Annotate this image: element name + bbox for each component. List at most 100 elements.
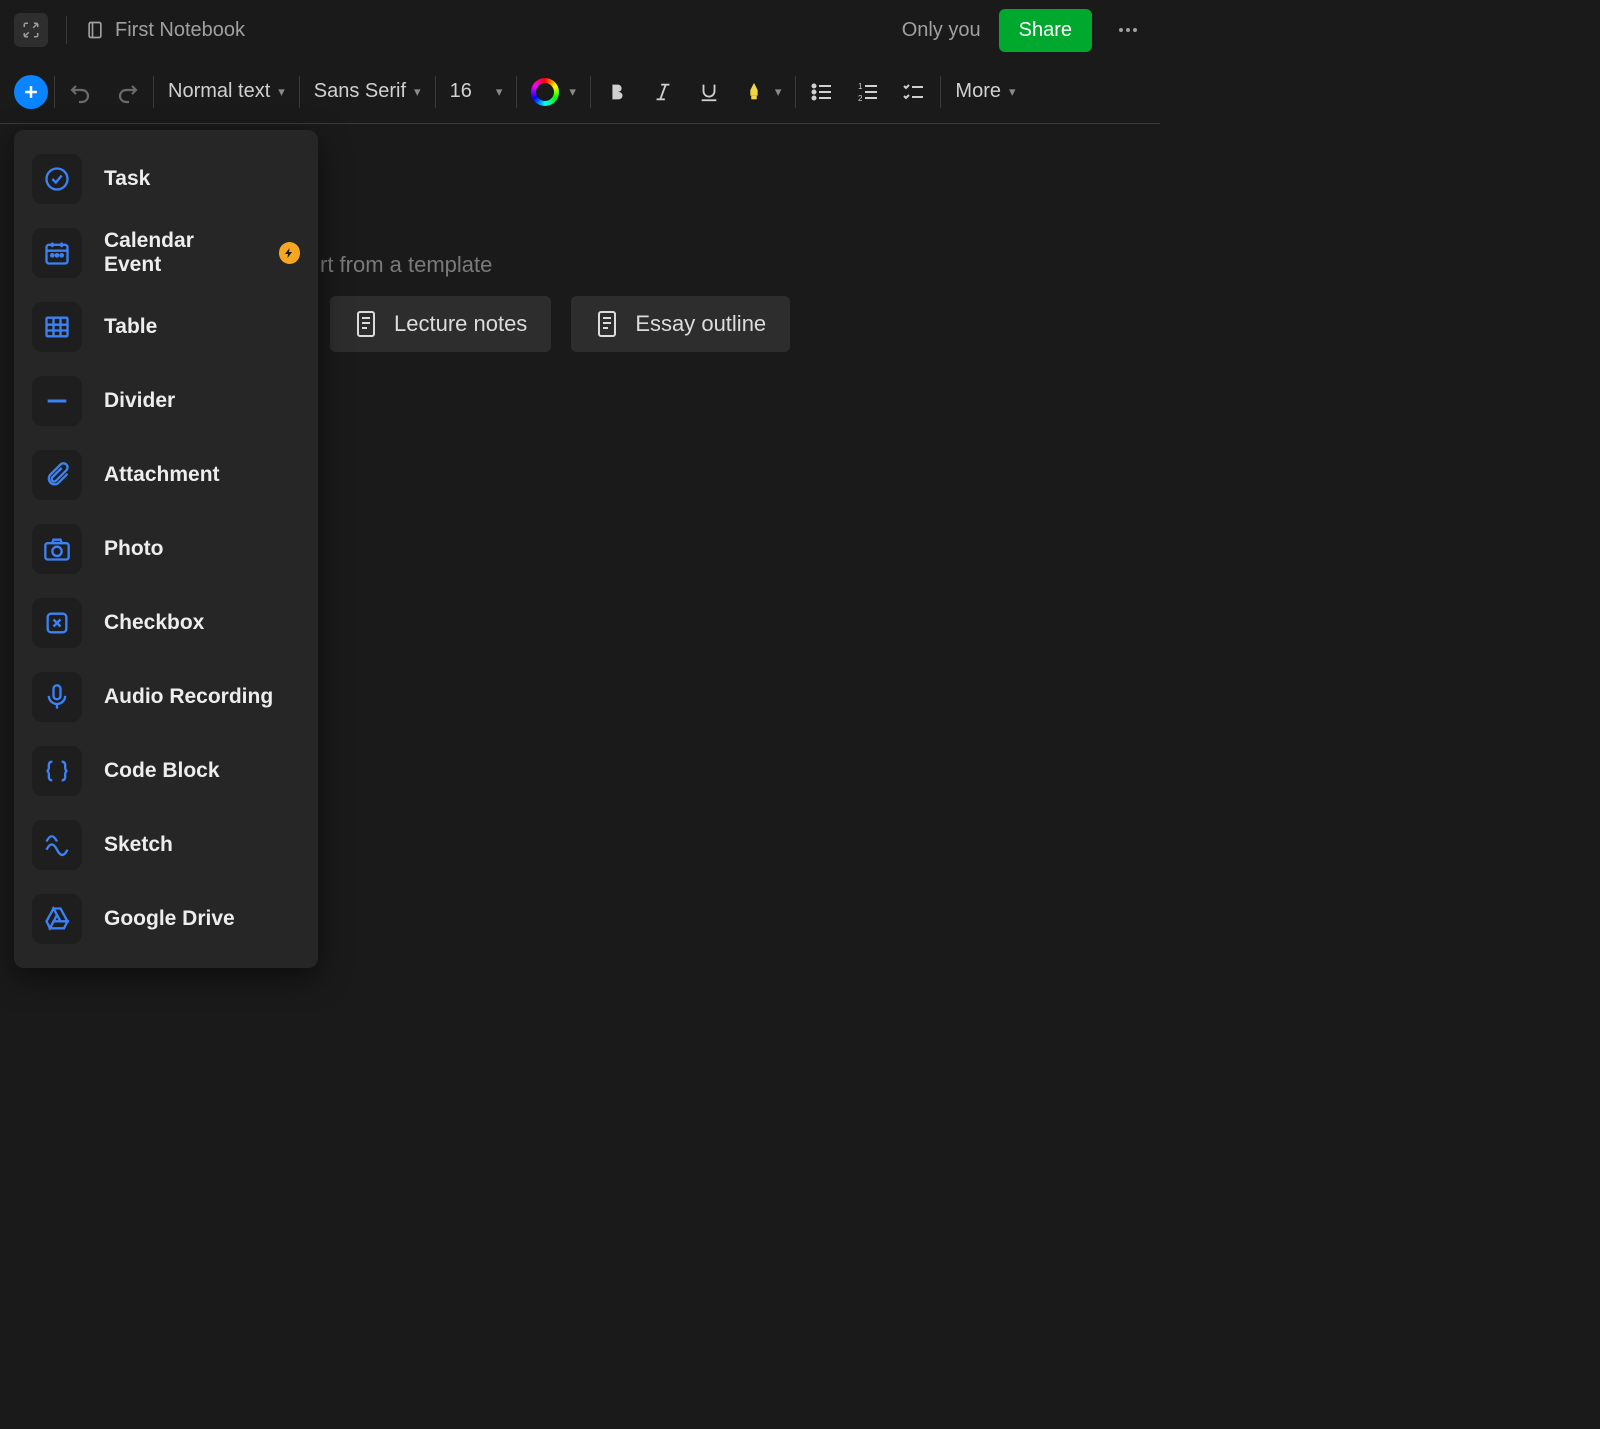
- highlighter-icon: [743, 81, 765, 103]
- redo-button[interactable]: [107, 72, 147, 112]
- chevron-down-icon: ▾: [775, 84, 782, 100]
- gdrive-icon: [32, 894, 82, 944]
- menu-item-label: Audio Recording: [104, 685, 273, 709]
- plus-icon: [21, 82, 41, 102]
- document-icon: [354, 310, 378, 338]
- template-lecture-notes[interactable]: Lecture notes: [330, 296, 551, 352]
- font-size-select[interactable]: 16 ▾: [442, 72, 511, 112]
- upgrade-badge-icon: [279, 242, 300, 264]
- divider: [516, 76, 517, 108]
- insert-menu: Task Calendar Event Table Divider Attach…: [14, 130, 318, 968]
- menu-item-label: Code Block: [104, 759, 220, 783]
- insert-audio-recording[interactable]: Audio Recording: [26, 664, 306, 730]
- menu-item-label: Sketch: [104, 833, 173, 857]
- visibility-label[interactable]: Only you: [902, 19, 981, 42]
- redo-icon: [115, 80, 139, 104]
- highlight-button[interactable]: ▾: [735, 72, 790, 112]
- underline-button[interactable]: [689, 72, 729, 112]
- divider: [299, 76, 300, 108]
- expand-button[interactable]: [14, 13, 48, 47]
- calendar-icon: [32, 228, 82, 278]
- expand-icon: [22, 21, 40, 39]
- menu-item-label: Divider: [104, 389, 175, 413]
- bulleted-list-icon: [810, 80, 834, 104]
- italic-icon: [652, 81, 674, 103]
- template-hint: rt from a template: [320, 252, 1100, 278]
- more-formatting-button[interactable]: More ▾: [947, 72, 1023, 112]
- insert-checkbox[interactable]: Checkbox: [26, 590, 306, 656]
- chevron-down-icon: ▾: [414, 84, 421, 100]
- menu-item-label: Task: [104, 167, 150, 191]
- insert-divider[interactable]: Divider: [26, 368, 306, 434]
- bold-button[interactable]: [597, 72, 637, 112]
- underline-icon: [698, 81, 720, 103]
- notebook-name: First Notebook: [115, 19, 245, 42]
- divider: [153, 76, 154, 108]
- insert-button[interactable]: [14, 75, 48, 109]
- divider: [66, 16, 67, 44]
- text-style-value: Normal text: [168, 80, 270, 103]
- divider: [940, 76, 941, 108]
- template-label: Lecture notes: [394, 311, 527, 337]
- numbered-list-button[interactable]: 12: [848, 72, 888, 112]
- template-essay-outline[interactable]: Essay outline: [571, 296, 790, 352]
- checklist-icon: [902, 80, 926, 104]
- menu-item-label: Calendar Event: [104, 229, 253, 277]
- chevron-down-icon: ▾: [1009, 84, 1016, 100]
- insert-table[interactable]: Table: [26, 294, 306, 360]
- table-icon: [32, 302, 82, 352]
- text-color-select[interactable]: ▾: [523, 72, 584, 112]
- menu-item-label: Attachment: [104, 463, 220, 487]
- braces-icon: [32, 746, 82, 796]
- menu-item-label: Checkbox: [104, 611, 204, 635]
- menu-item-label: Photo: [104, 537, 163, 561]
- divider-icon: [32, 376, 82, 426]
- italic-button[interactable]: [643, 72, 683, 112]
- sketch-icon: [32, 820, 82, 870]
- bold-icon: [606, 81, 628, 103]
- divider: [54, 76, 55, 108]
- mic-icon: [32, 672, 82, 722]
- svg-text:2: 2: [858, 94, 863, 103]
- notebook-breadcrumb[interactable]: First Notebook: [85, 19, 245, 42]
- font-family-value: Sans Serif: [314, 80, 406, 103]
- insert-google-drive[interactable]: Google Drive: [26, 886, 306, 952]
- color-ring-icon: [531, 78, 559, 106]
- chevron-down-icon: ▾: [496, 84, 503, 100]
- insert-attachment[interactable]: Attachment: [26, 442, 306, 508]
- numbered-list-icon: 12: [856, 80, 880, 104]
- document-icon: [595, 310, 619, 338]
- share-button[interactable]: Share: [999, 9, 1092, 52]
- insert-task[interactable]: Task: [26, 146, 306, 212]
- checklist-button[interactable]: [894, 72, 934, 112]
- undo-icon: [69, 80, 93, 104]
- camera-icon: [32, 524, 82, 574]
- font-size-value: 16: [450, 80, 472, 103]
- header: First Notebook Only you Share: [0, 0, 1160, 60]
- template-buttons-row: Lecture notes Essay outline: [330, 296, 1100, 352]
- text-style-select[interactable]: Normal text ▾: [160, 72, 293, 112]
- divider: [590, 76, 591, 108]
- header-more-button[interactable]: [1110, 12, 1146, 48]
- ellipsis-icon: [1116, 18, 1140, 42]
- more-label: More: [955, 80, 1001, 103]
- paperclip-icon: [32, 450, 82, 500]
- chevron-down-icon: ▾: [278, 84, 285, 100]
- template-label: Essay outline: [635, 311, 766, 337]
- menu-item-label: Table: [104, 315, 157, 339]
- chevron-down-icon: ▾: [569, 84, 576, 100]
- menu-item-label: Google Drive: [104, 907, 235, 931]
- divider: [435, 76, 436, 108]
- insert-photo[interactable]: Photo: [26, 516, 306, 582]
- notebook-icon: [85, 20, 105, 40]
- bulleted-list-button[interactable]: [802, 72, 842, 112]
- divider: [795, 76, 796, 108]
- undo-button[interactable]: [61, 72, 101, 112]
- checkbox-icon: [32, 598, 82, 648]
- font-family-select[interactable]: Sans Serif ▾: [306, 72, 429, 112]
- svg-text:1: 1: [858, 82, 863, 91]
- check-circle-icon: [32, 154, 82, 204]
- insert-calendar-event[interactable]: Calendar Event: [26, 220, 306, 286]
- insert-sketch[interactable]: Sketch: [26, 812, 306, 878]
- insert-code-block[interactable]: Code Block: [26, 738, 306, 804]
